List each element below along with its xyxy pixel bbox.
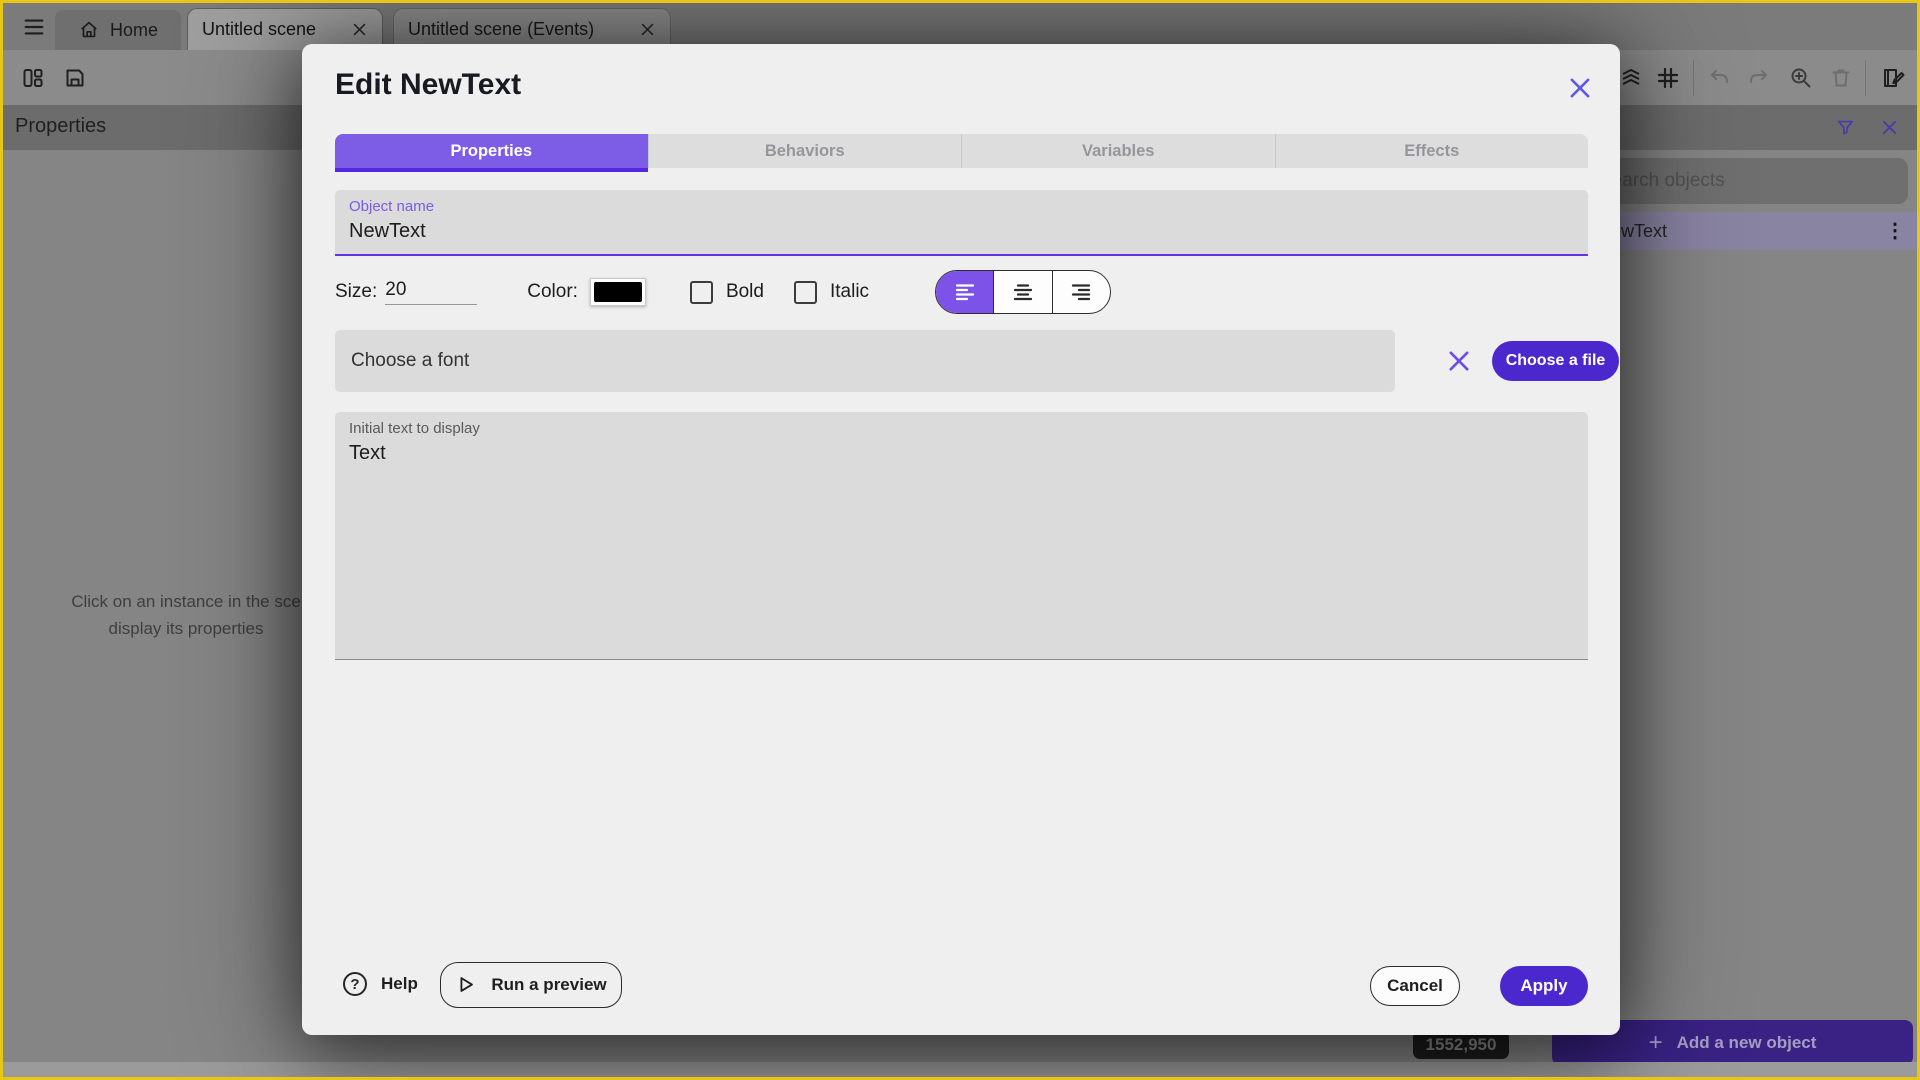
font-selector-field[interactable]: Choose a font [335,330,1395,392]
help-label: Help [381,974,418,993]
size-input[interactable] [385,279,478,305]
panels-layout-icon[interactable] [21,66,45,90]
edit-events-icon[interactable] [1881,66,1905,90]
tab-bar: Home Untitled scene Untitled scene (Even… [3,3,1917,50]
zoom-in-icon[interactable] [1789,66,1813,90]
tab-scene-label: Untitled scene [202,19,317,39]
run-preview-label: Run a preview [491,975,607,994]
tab-behaviors[interactable]: Behaviors [647,134,961,168]
font-row: Choose a font Choose a file [335,330,1619,392]
trash-icon[interactable] [1829,66,1853,90]
add-new-object-label: Add a new object [1676,1032,1817,1052]
align-center-button[interactable] [993,271,1051,313]
close-icon[interactable] [351,21,368,38]
panel-close-icon[interactable] [1880,118,1899,137]
text-style-row: Size: Color: Bold Italic [335,268,1588,316]
app-window: Home Untitled scene Untitled scene (Even… [0,0,1920,1080]
color-swatch[interactable] [589,278,646,306]
cursor-coordinates-badge: 1552,950 [1413,1031,1509,1059]
play-icon [460,977,474,992]
initial-text-label: Initial text to display [349,420,480,437]
bold-checkbox[interactable] [689,280,713,304]
layers-icon[interactable] [1619,66,1643,90]
align-left-icon [955,284,974,301]
initial-text-field[interactable]: Initial text to display Text [335,412,1588,660]
apply-button[interactable]: Apply [1500,966,1588,1006]
bold-label: Bold [725,281,764,302]
filter-icon[interactable] [1836,118,1855,137]
object-name-input[interactable] [349,220,1540,243]
help-icon: ? [343,972,367,996]
cancel-button[interactable]: Cancel [1370,966,1460,1006]
align-left-button[interactable] [936,271,994,313]
search-objects-box [1585,158,1908,204]
italic-checkbox[interactable] [793,280,817,304]
align-right-icon [1072,284,1091,301]
run-preview-button[interactable]: Run a preview [440,962,622,1008]
toolbar-divider [1693,60,1694,96]
bottom-status-strip [3,1062,1917,1077]
object-name-field: Object name [335,190,1588,256]
size-label: Size: [335,281,378,302]
redo-icon[interactable] [1746,66,1770,90]
tab-variables[interactable]: Variables [961,134,1275,168]
help-button[interactable]: ? Help [343,972,418,996]
align-center-icon [1013,284,1033,301]
main-menu-icon[interactable] [21,16,47,38]
tab-home-label: Home [109,19,158,40]
edit-object-dialog: Edit NewText Properties Behaviors Variab… [302,44,1620,1035]
initial-text-value[interactable]: Text [349,442,1539,465]
align-right-button[interactable] [1051,271,1110,313]
home-icon [78,19,100,41]
undo-icon[interactable] [1708,66,1732,90]
dialog-tabs: Properties Behaviors Variables Effects [335,134,1588,172]
choose-file-button[interactable]: Choose a file [1492,341,1619,381]
search-objects-input[interactable] [1585,158,1908,204]
properties-panel-title: Properties [15,115,107,137]
clear-font-icon[interactable] [1445,347,1473,375]
object-name-label: Object name [349,198,435,215]
toolbar-divider [1865,60,1866,96]
tab-home[interactable]: Home [55,10,181,50]
color-label: Color: [527,281,578,302]
tab-effects[interactable]: Effects [1274,134,1588,168]
grid-icon[interactable] [1656,66,1680,90]
plus-icon: + [1648,1028,1663,1056]
tab-events-label: Untitled scene (Events) [408,19,595,39]
object-list-item-newtext[interactable]: NewText ⋮ [1578,212,1917,250]
dialog-title: Edit NewText [335,68,522,101]
italic-label: Italic [829,281,870,302]
tab-properties[interactable]: Properties [335,134,648,172]
save-icon[interactable] [63,66,87,90]
dialog-footer: ? Help Run a preview Cancel Apply [335,962,1588,1008]
kebab-menu-icon[interactable]: ⋮ [1885,221,1905,241]
close-icon[interactable] [639,21,656,38]
dialog-close-icon[interactable] [1566,74,1594,102]
text-alignment-group [935,270,1112,314]
